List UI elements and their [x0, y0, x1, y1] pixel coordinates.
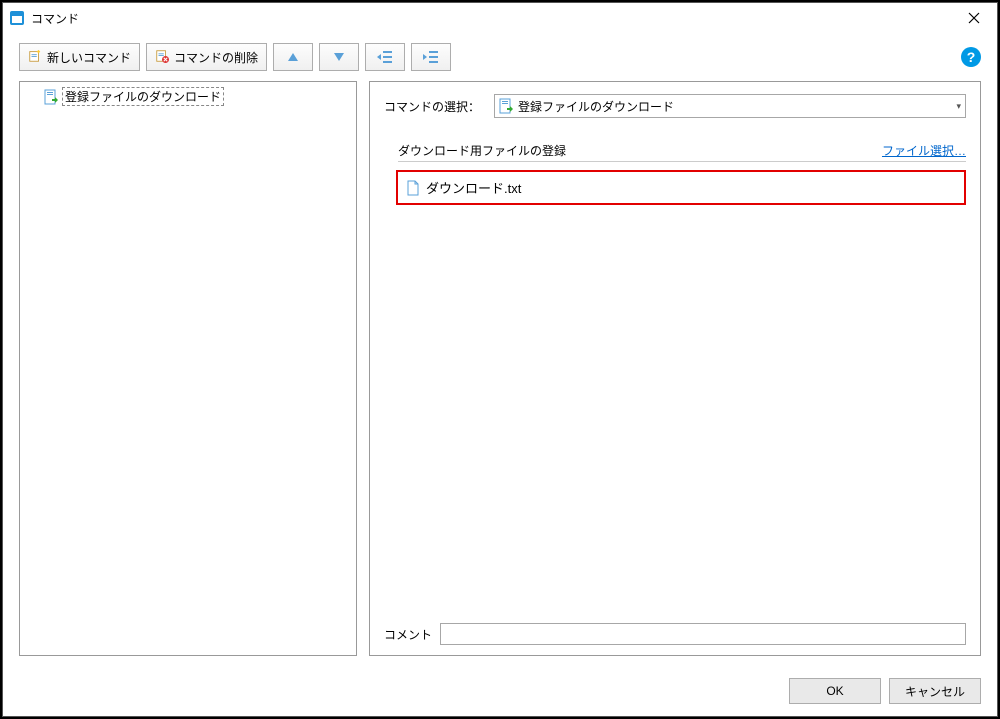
spacer — [384, 205, 966, 613]
file-name: ダウンロード.txt — [426, 178, 521, 197]
triangle-up-icon — [287, 52, 299, 62]
tree-item-label: 登録ファイルのダウンロード — [62, 87, 224, 106]
cancel-button[interactable]: キャンセル — [889, 678, 981, 704]
move-down-button[interactable] — [319, 43, 359, 71]
dialog-window: コマンド 新しいコマンド コマンドの削除 — [2, 2, 998, 717]
delete-command-label: コマンドの削除 — [174, 49, 258, 66]
file-register-header: ダウンロード用ファイルの登録 ファイル選択… — [398, 142, 966, 162]
move-up-button[interactable] — [273, 43, 313, 71]
ok-label: OK — [826, 684, 843, 698]
outdent-button[interactable] — [365, 43, 405, 71]
help-button[interactable]: ? — [961, 47, 981, 67]
file-select-link[interactable]: ファイル選択… — [882, 142, 966, 159]
tree-item[interactable]: 登録ファイルのダウンロード — [42, 86, 352, 107]
outdent-icon — [377, 50, 393, 64]
indent-button[interactable] — [411, 43, 451, 71]
file-icon — [406, 180, 420, 196]
comment-label: コメント — [384, 626, 432, 643]
command-select-label: コマンドの選択： — [384, 98, 484, 115]
new-command-label: 新しいコマンド — [47, 49, 131, 66]
delete-command-button[interactable]: コマンドの削除 — [146, 43, 267, 71]
comment-row: コメント — [384, 623, 966, 645]
detail-panel: コマンドの選択： 登録ファイルのダウンロード ▾ ダウンロード用ファイルの登録 … — [369, 81, 981, 656]
document-download-icon — [44, 89, 58, 105]
dialog-footer: OK キャンセル — [3, 666, 997, 716]
command-select-dropdown[interactable]: 登録ファイルのダウンロード ▾ — [494, 94, 966, 118]
command-tree-panel: 登録ファイルのダウンロード — [19, 81, 357, 656]
question-icon: ? — [967, 49, 976, 65]
dropdown-selected-text: 登録ファイルのダウンロード — [518, 98, 674, 115]
chevron-down-icon: ▾ — [956, 101, 961, 112]
section-title: ダウンロード用ファイルの登録 — [398, 142, 882, 159]
delete-icon — [155, 49, 169, 65]
toolbar: 新しいコマンド コマンドの削除 ? — [3, 33, 997, 81]
titlebar: コマンド — [3, 3, 997, 33]
app-icon — [9, 10, 25, 26]
command-select-row: コマンドの選択： 登録ファイルのダウンロード ▾ — [384, 94, 966, 118]
close-button[interactable] — [951, 3, 997, 33]
registered-file-item[interactable]: ダウンロード.txt — [396, 170, 966, 205]
content-area: 登録ファイルのダウンロード コマンドの選択： 登録ファイルのダウンロード ▾ ダ… — [3, 81, 997, 666]
cancel-label: キャンセル — [905, 683, 965, 700]
comment-input[interactable] — [440, 623, 966, 645]
new-icon — [28, 49, 42, 65]
document-download-icon — [499, 98, 513, 114]
triangle-down-icon — [333, 52, 345, 62]
indent-icon — [423, 50, 439, 64]
new-command-button[interactable]: 新しいコマンド — [19, 43, 140, 71]
window-title: コマンド — [31, 10, 951, 27]
ok-button[interactable]: OK — [789, 678, 881, 704]
